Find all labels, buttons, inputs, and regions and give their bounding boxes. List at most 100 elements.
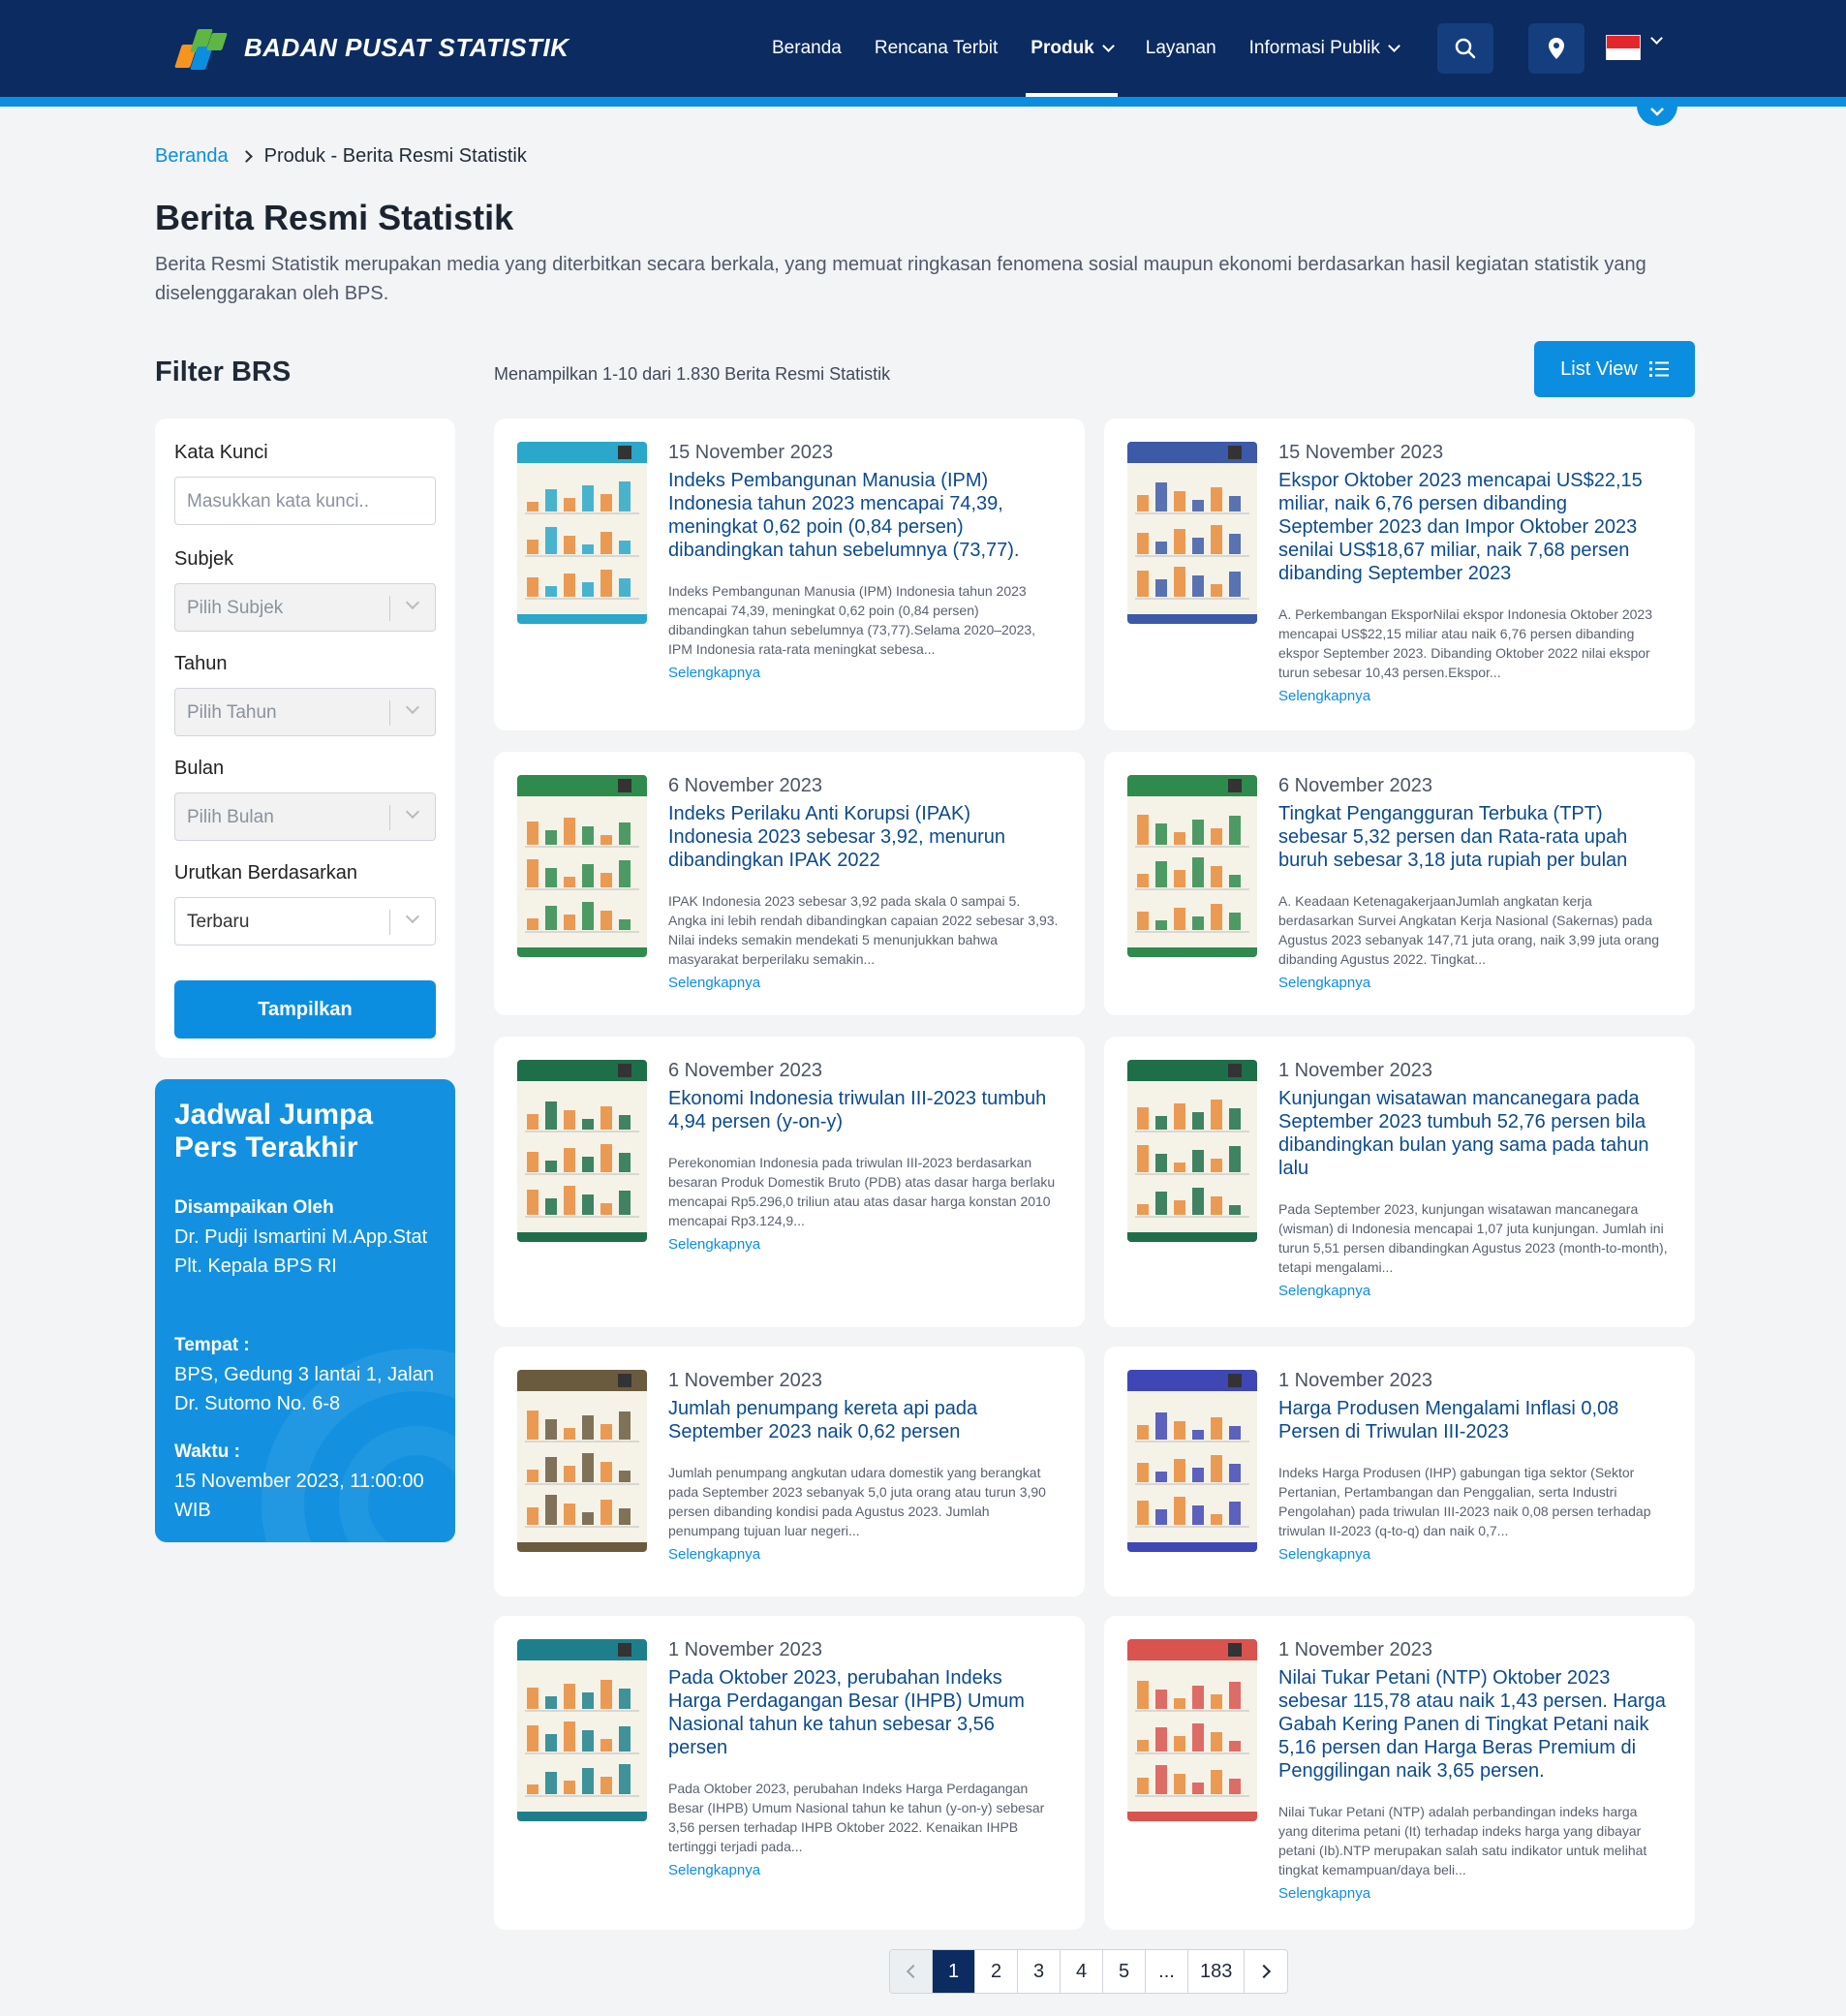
card-more-link[interactable]: Selengkapnya: [1278, 975, 1370, 991]
page-button[interactable]: 183: [1188, 1950, 1246, 1993]
brs-card[interactable]: 15 November 2023 Ekspor Oktober 2023 men…: [1104, 419, 1695, 730]
sort-label: Urutkan Berdasarkan: [174, 862, 357, 884]
infographic-thumbnail[interactable]: [517, 442, 647, 624]
card-date: 15 November 2023: [1278, 442, 1444, 463]
card-abstract: A. Keadaan KetenagakerjaanJumlah angkata…: [1278, 893, 1660, 967]
card-date: 6 November 2023: [668, 1060, 822, 1081]
indonesia-flag-icon[interactable]: [1606, 35, 1641, 60]
card-title-link[interactable]: Tingkat Pengangguran Terbuka (TPT) sebes…: [1278, 802, 1666, 872]
card-title-link[interactable]: Ekspor Oktober 2023 mencapai US$22,15 mi…: [1278, 469, 1666, 585]
card-abstract: Indeks Pembangunan Manusia (IPM) Indones…: [668, 583, 1036, 657]
page-ellipsis: ...: [1146, 1950, 1188, 1993]
card-more-link[interactable]: Selengkapnya: [668, 1862, 760, 1878]
page-button[interactable]: 5: [1103, 1950, 1146, 1993]
keyword-placeholder: Masukkan kata kunci..: [187, 491, 369, 512]
card-more-link[interactable]: Selengkapnya: [1278, 688, 1370, 704]
infographic-thumbnail[interactable]: [1127, 442, 1257, 624]
page-title: Berita Resmi Statistik: [155, 198, 514, 237]
nav-rencana-terbit-label: Rencana Terbit: [874, 38, 999, 58]
nav-produk-label: Produk: [1031, 38, 1094, 58]
nav-informasi-publik[interactable]: Informasi Publik: [1233, 0, 1415, 97]
sort-select[interactable]: Terbaru: [174, 897, 436, 946]
card-more-link[interactable]: Selengkapnya: [1278, 1885, 1370, 1902]
card-title-link[interactable]: Indeks Perilaku Anti Korupsi (IPAK) Indo…: [668, 802, 1056, 872]
keyword-input[interactable]: Masukkan kata kunci..: [174, 477, 436, 525]
infographic-thumbnail[interactable]: [517, 1060, 647, 1242]
select-divider: [389, 805, 390, 830]
list-view-button[interactable]: List View: [1534, 341, 1695, 397]
card-date: 6 November 2023: [1278, 775, 1432, 796]
brs-card[interactable]: 15 November 2023 Indeks Pembangunan Manu…: [494, 419, 1085, 730]
card-title-link[interactable]: Harga Produsen Mengalami Inflasi 0,08 Pe…: [1278, 1397, 1666, 1443]
card-title-link[interactable]: Ekonomi Indonesia triwulan III-2023 tumb…: [668, 1087, 1056, 1133]
card-more-link[interactable]: Selengkapnya: [668, 665, 760, 681]
card-more-link[interactable]: Selengkapnya: [1278, 1283, 1370, 1299]
brs-card[interactable]: 1 November 2023 Nilai Tukar Petani (NTP)…: [1104, 1616, 1695, 1930]
infographic-thumbnail[interactable]: [517, 1370, 647, 1552]
infographic-thumbnail[interactable]: [517, 775, 647, 957]
nav-layanan[interactable]: Layanan: [1129, 0, 1233, 97]
infographic-thumbnail[interactable]: [1127, 1060, 1257, 1242]
nav-beranda[interactable]: Beranda: [755, 0, 858, 97]
page-button[interactable]: 2: [975, 1950, 1018, 1993]
brs-card[interactable]: 1 November 2023 Pada Oktober 2023, perub…: [494, 1616, 1085, 1930]
press-by-value: Dr. Pudji Ismartini M.App.Stat Plt. Kepa…: [174, 1226, 428, 1277]
result-count: Menampilkan 1-10 dari 1.830 Berita Resmi…: [494, 364, 891, 384]
breadcrumb-home-link[interactable]: Beranda: [155, 145, 229, 168]
location-pin-icon: [1549, 38, 1564, 59]
prev-page-button[interactable]: [890, 1950, 933, 1993]
card-title-link[interactable]: Indeks Pembangunan Manusia (IPM) Indones…: [668, 469, 1056, 562]
bps-logo[interactable]: BADAN PUSAT STATISTIK: [172, 23, 569, 72]
year-value: Pilih Tahun: [187, 702, 277, 723]
card-title-link[interactable]: Pada Oktober 2023, perubahan Indeks Harg…: [668, 1666, 1056, 1759]
brs-card[interactable]: 1 November 2023 Kunjungan wisatawan manc…: [1104, 1037, 1695, 1327]
chevron-down-icon: [1101, 40, 1115, 52]
infographic-thumbnail[interactable]: [517, 1639, 647, 1821]
brs-card[interactable]: 6 November 2023 Ekonomi Indonesia triwul…: [494, 1037, 1085, 1327]
card-more-link[interactable]: Selengkapnya: [1278, 1546, 1370, 1563]
header-accent-stripe: [0, 97, 1846, 107]
nav-rencana-terbit[interactable]: Rencana Terbit: [858, 0, 1014, 97]
nav-informasi-publik-label: Informasi Publik: [1248, 38, 1380, 58]
pagination: 1 2 3 4 5 ... 183: [889, 1949, 1289, 1994]
card-date: 15 November 2023: [668, 442, 834, 463]
subject-value: Pilih Subjek: [187, 598, 284, 618]
infographic-thumbnail[interactable]: [1127, 1639, 1257, 1821]
infographic-thumbnail[interactable]: [1127, 1370, 1257, 1552]
card-title-link[interactable]: Kunjungan wisatawan mancanegara pada Sep…: [1278, 1087, 1666, 1180]
press-by-label: Disampaikan Oleh: [174, 1197, 334, 1218]
search-icon: [1455, 38, 1476, 59]
press-schedule-title: Jadwal Jumpa Pers Terakhir: [174, 1099, 374, 1163]
card-abstract: Indeks Harga Produsen (IHP) gabungan tig…: [1278, 1465, 1651, 1538]
keyword-label: Kata Kunci: [174, 442, 268, 463]
chevron-down-icon: [405, 909, 420, 924]
tampilkan-button[interactable]: Tampilkan: [174, 980, 436, 1039]
brs-card[interactable]: 6 November 2023 Indeks Perilaku Anti Kor…: [494, 752, 1085, 1015]
card-abstract: A. Perkembangan EksporNilai ekspor Indon…: [1278, 606, 1652, 680]
month-select[interactable]: Pilih Bulan: [174, 792, 436, 841]
year-select[interactable]: Pilih Tahun: [174, 688, 436, 736]
card-date: 1 November 2023: [1278, 1370, 1432, 1391]
card-title-link[interactable]: Jumlah penumpang kereta api pada Septemb…: [668, 1397, 1056, 1443]
card-more-link[interactable]: Selengkapnya: [668, 975, 760, 991]
card-more-link[interactable]: Selengkapnya: [668, 1236, 760, 1253]
page-button[interactable]: 1: [933, 1950, 975, 1993]
press-place-label: Tempat :: [174, 1335, 250, 1355]
scroll-down-button[interactable]: [1637, 97, 1677, 126]
search-button[interactable]: [1437, 23, 1493, 74]
infographic-thumbnail[interactable]: [1127, 775, 1257, 957]
card-title-link[interactable]: Nilai Tukar Petani (NTP) Oktober 2023 se…: [1278, 1666, 1666, 1783]
subject-select[interactable]: Pilih Subjek: [174, 583, 436, 632]
location-button[interactable]: [1528, 23, 1584, 74]
nav-produk[interactable]: Produk: [1014, 0, 1128, 97]
breadcrumb-current: Produk - Berita Resmi Statistik: [263, 145, 527, 167]
chevron-down-icon: [1387, 40, 1400, 52]
brs-card[interactable]: 6 November 2023 Tingkat Pengangguran Ter…: [1104, 752, 1695, 1015]
brs-card[interactable]: 1 November 2023 Harga Produsen Mengalami…: [1104, 1347, 1695, 1597]
brs-card[interactable]: 1 November 2023 Jumlah penumpang kereta …: [494, 1347, 1085, 1597]
next-page-button[interactable]: [1245, 1950, 1287, 1993]
page-button[interactable]: 3: [1018, 1950, 1061, 1993]
card-more-link[interactable]: Selengkapnya: [668, 1546, 760, 1563]
card-date: 1 November 2023: [668, 1639, 822, 1660]
page-button[interactable]: 4: [1061, 1950, 1103, 1993]
